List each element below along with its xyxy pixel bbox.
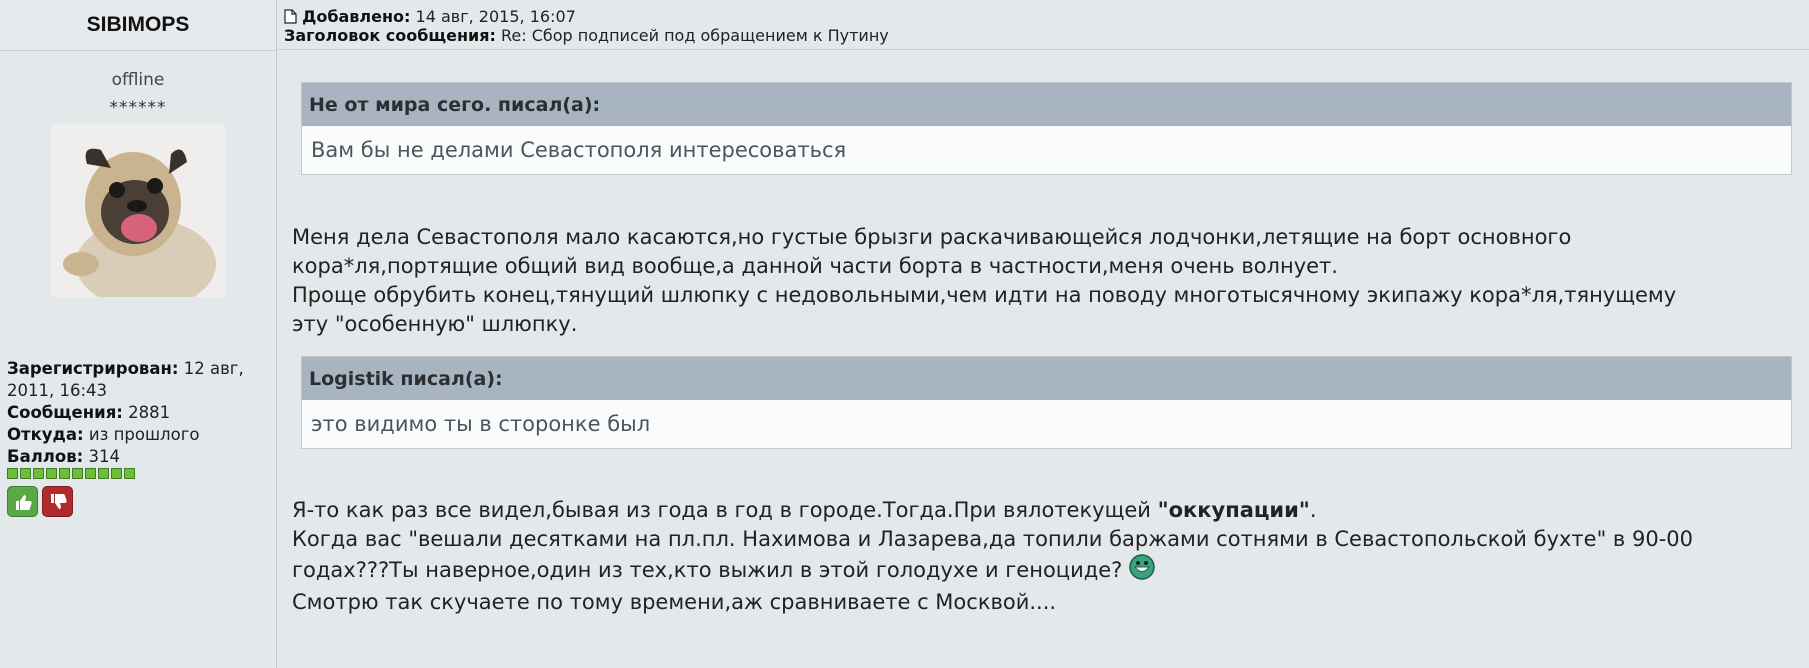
points-value: 314 [83, 447, 121, 466]
post-subject-row: Заголовок сообщения: Re: Сбор подписей п… [284, 26, 1809, 45]
from-value: из прошлого [83, 425, 200, 444]
author-profile: Зарегистрирован: 12 авг, 2011, 16:43 Соо… [7, 358, 272, 479]
level-block [124, 468, 135, 479]
level-block [20, 468, 31, 479]
text-segment: годах???Ты наверное,один из тех,кто выжи… [292, 558, 1130, 582]
thumbs-up-icon [15, 494, 32, 510]
posts-row: Сообщения: 2881 [7, 402, 272, 424]
post-paragraph: Я-то как раз все видел,бывая из года в г… [292, 496, 1792, 617]
reputation-level-bar [7, 468, 272, 479]
author-username[interactable]: SIBIMOPS [0, 0, 276, 51]
smiley [1129, 554, 1155, 588]
level-block [85, 468, 96, 479]
points-row: Баллов: 314 [7, 446, 272, 468]
text-segment: . [1309, 498, 1317, 522]
quote-text: Вам бы не делами Севастополя интересоват… [311, 138, 847, 162]
points-label: Баллов: [7, 447, 84, 466]
from-row: Откуда: из прошлого [7, 424, 272, 446]
quote-author: Не от мира сего. писал(а): [302, 83, 1791, 126]
level-block [46, 468, 57, 479]
quote-block: Не от мира сего. писал(а): Вам бы не дел… [301, 82, 1792, 175]
text-segment: Я-то как раз все видел,бывая из года в г… [292, 498, 1158, 522]
text-line: кора*ля,портящие общий вид вообще,а данн… [292, 254, 1338, 278]
text-bold: "оккупации" [1157, 498, 1310, 522]
from-label: Откуда: [7, 425, 84, 444]
level-block [72, 468, 83, 479]
text-line: Когда вас "вешали десятками на пл.пл. На… [292, 527, 1693, 551]
post-header: Добавлено: 14 авг, 2015, 16:07 Заголовок… [277, 0, 1809, 50]
thumbs-down-icon [50, 493, 67, 509]
post-paragraph: Меня дела Севастополя мало касаются,но г… [292, 223, 1792, 339]
vote-buttons [7, 486, 73, 517]
vote-down-button[interactable] [42, 486, 73, 517]
text-line: Проще обрубить конец,тянущий шлюпку с не… [292, 283, 1677, 307]
text-line: эту "особенную" шлюпку. [292, 312, 578, 336]
level-block [111, 468, 122, 479]
author-sidebar: SIBIMOPS offline ****** Зарегистрирован:… [0, 0, 277, 668]
level-block [33, 468, 44, 479]
post-date-row: Добавлено: 14 авг, 2015, 16:07 [284, 7, 1809, 26]
registered-row: Зарегистрирован: 12 авг, 2011, 16:43 [7, 358, 272, 402]
text-line: годах???Ты наверное,один из тех,кто выжи… [292, 554, 1792, 588]
registered-label: Зарегистрирован: [7, 359, 179, 378]
quote-block: Logistik писал(а): это видимо ты в сторо… [301, 356, 1792, 449]
avatar [51, 124, 225, 297]
post-subject-value: Re: Сбор подписей под обращением к Путин… [495, 26, 889, 45]
rank-stars: ****** [109, 98, 167, 118]
level-block [7, 468, 18, 479]
level-block [59, 468, 70, 479]
level-block [98, 468, 109, 479]
text-line: Смотрю так скучаете по тому времени,аж с… [292, 590, 1057, 614]
pug-avatar-image [51, 124, 225, 297]
posts-value: 2881 [122, 403, 171, 422]
online-status: offline [111, 70, 165, 90]
document-icon[interactable] [284, 9, 297, 24]
post-added-label: Добавлено: [302, 7, 411, 26]
grinning-smiley-icon [1129, 554, 1155, 580]
text-line: Я-то как раз все видел,бывая из года в г… [292, 496, 1792, 525]
post-added-value: 14 авг, 2015, 16:07 [410, 7, 576, 26]
quote-text: это видимо ты в сторонке был [311, 412, 651, 436]
vote-up-button[interactable] [7, 486, 38, 517]
quote-author: Logistik писал(а): [302, 357, 1791, 400]
posts-label: Сообщения: [7, 403, 123, 422]
text-line: Меня дела Севастополя мало касаются,но г… [292, 225, 1572, 249]
post-subject-label: Заголовок сообщения: [284, 26, 496, 45]
